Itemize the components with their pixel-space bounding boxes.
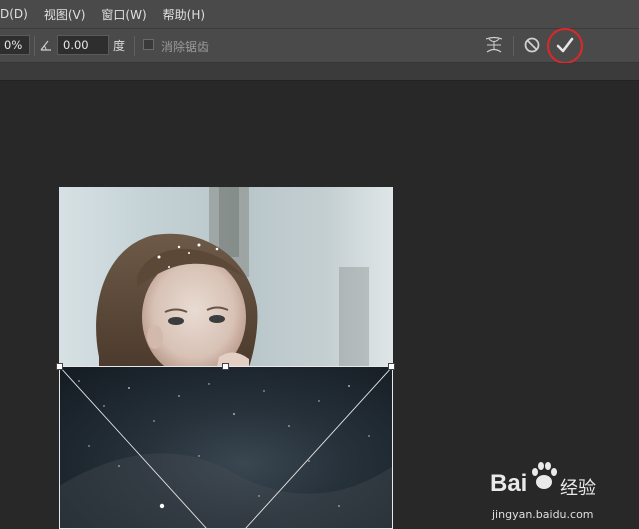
rotate-angle-icon bbox=[40, 40, 51, 51]
paw-icon bbox=[532, 462, 557, 489]
antialias-checkbox[interactable] bbox=[143, 39, 154, 50]
baidu-jingyan-watermark: Bai 经验 jingyan.baidu.com bbox=[490, 458, 639, 529]
transform-handle-top-right[interactable] bbox=[388, 363, 395, 370]
antialias-label: 消除锯齿 bbox=[161, 40, 210, 54]
watermark-brand: Bai bbox=[490, 470, 528, 497]
document-tab-bar bbox=[0, 63, 639, 81]
menu-bar: D(D) 视图(V) 窗口(W) 帮助(H) bbox=[0, 0, 639, 29]
transform-handle-top-left[interactable] bbox=[56, 363, 63, 370]
separator bbox=[134, 36, 135, 56]
portrait-photo-layer bbox=[59, 187, 393, 367]
watermark-url: jingyan.baidu.com bbox=[492, 508, 594, 521]
separator bbox=[513, 36, 514, 56]
cancel-icon[interactable] bbox=[523, 36, 541, 54]
warp-icon[interactable] bbox=[483, 35, 505, 55]
separator bbox=[34, 36, 35, 56]
options-bar: 0% 0.00 度 消除锯齿 bbox=[0, 26, 639, 66]
rotate-unit-label: 度 bbox=[113, 39, 126, 53]
menu-item-view[interactable]: 视图(V) bbox=[36, 6, 94, 23]
transform-handle-top-center[interactable] bbox=[222, 363, 229, 370]
menu-item-d[interactable]: D(D) bbox=[0, 7, 36, 21]
watermark-brand-cn: 经验 bbox=[560, 478, 596, 499]
rotate-field[interactable]: 0.00 bbox=[57, 35, 109, 55]
menu-item-window[interactable]: 窗口(W) bbox=[93, 6, 154, 23]
menu-item-help[interactable]: 帮助(H) bbox=[155, 6, 213, 23]
commit-check-icon[interactable] bbox=[545, 26, 585, 66]
scale-field[interactable]: 0% bbox=[0, 35, 30, 55]
starry-sky-layer[interactable] bbox=[59, 366, 393, 529]
